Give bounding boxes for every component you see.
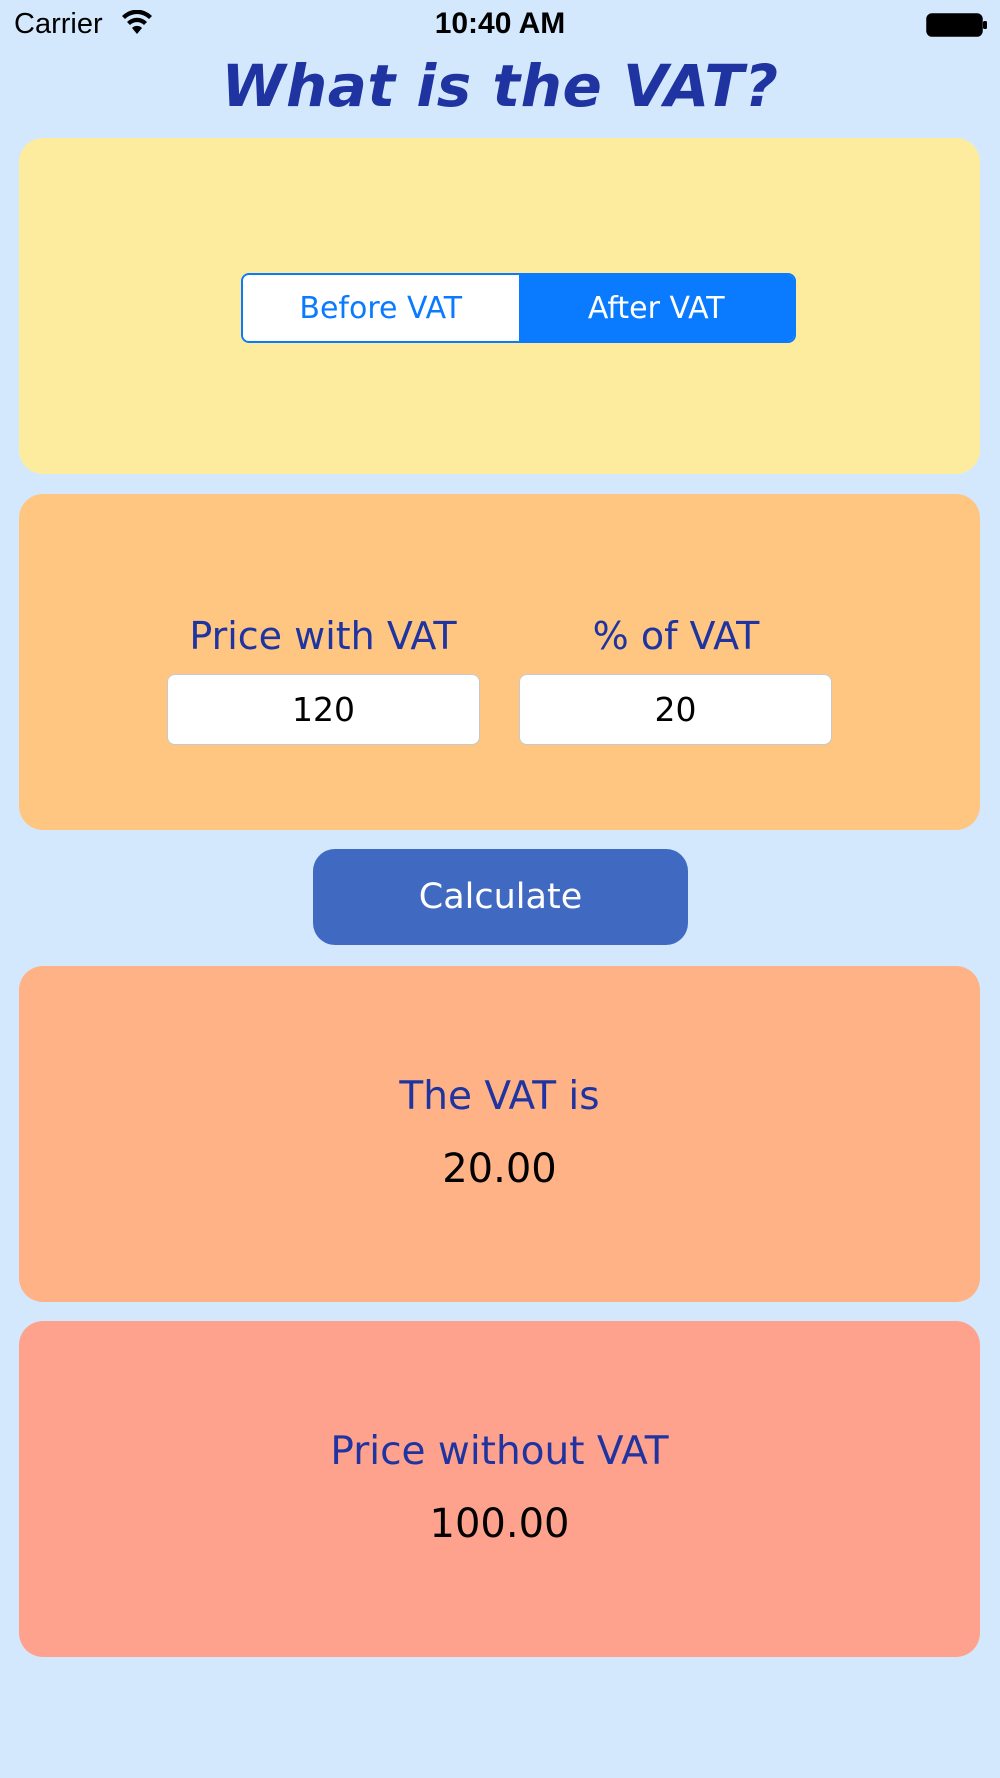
price-with-vat-input[interactable] — [167, 674, 480, 745]
inputs-panel: Price with VAT % of VAT — [19, 494, 980, 830]
price-with-vat-label: Price with VAT — [189, 614, 457, 658]
status-time: 10:40 AM — [434, 7, 566, 40]
calculate-button[interactable]: Calculate — [313, 849, 688, 945]
segment-after-vat[interactable]: After VAT — [518, 275, 794, 341]
price-without-vat-label: Price without VAT — [330, 1429, 669, 1474]
page-title: What is the VAT? — [221, 52, 779, 120]
vat-result-label: The VAT is — [399, 1074, 600, 1119]
mode-panel: Before VAT After VAT — [19, 138, 980, 474]
vat-result-panel: The VAT is 20.00 — [19, 966, 980, 1302]
vat-mode-segmented-control[interactable]: Before VAT After VAT — [241, 273, 796, 343]
vat-percent-label: % of VAT — [592, 614, 760, 658]
vat-percent-input[interactable] — [519, 674, 832, 745]
status-bar: Carrier 10:40 AM — [0, 0, 1000, 50]
vat-result-value: 20.00 — [442, 1146, 557, 1192]
price-result-panel: Price without VAT 100.00 — [19, 1321, 980, 1657]
price-without-vat-value: 100.00 — [429, 1501, 570, 1547]
segment-before-vat[interactable]: Before VAT — [243, 275, 519, 341]
battery-icon — [926, 13, 987, 37]
